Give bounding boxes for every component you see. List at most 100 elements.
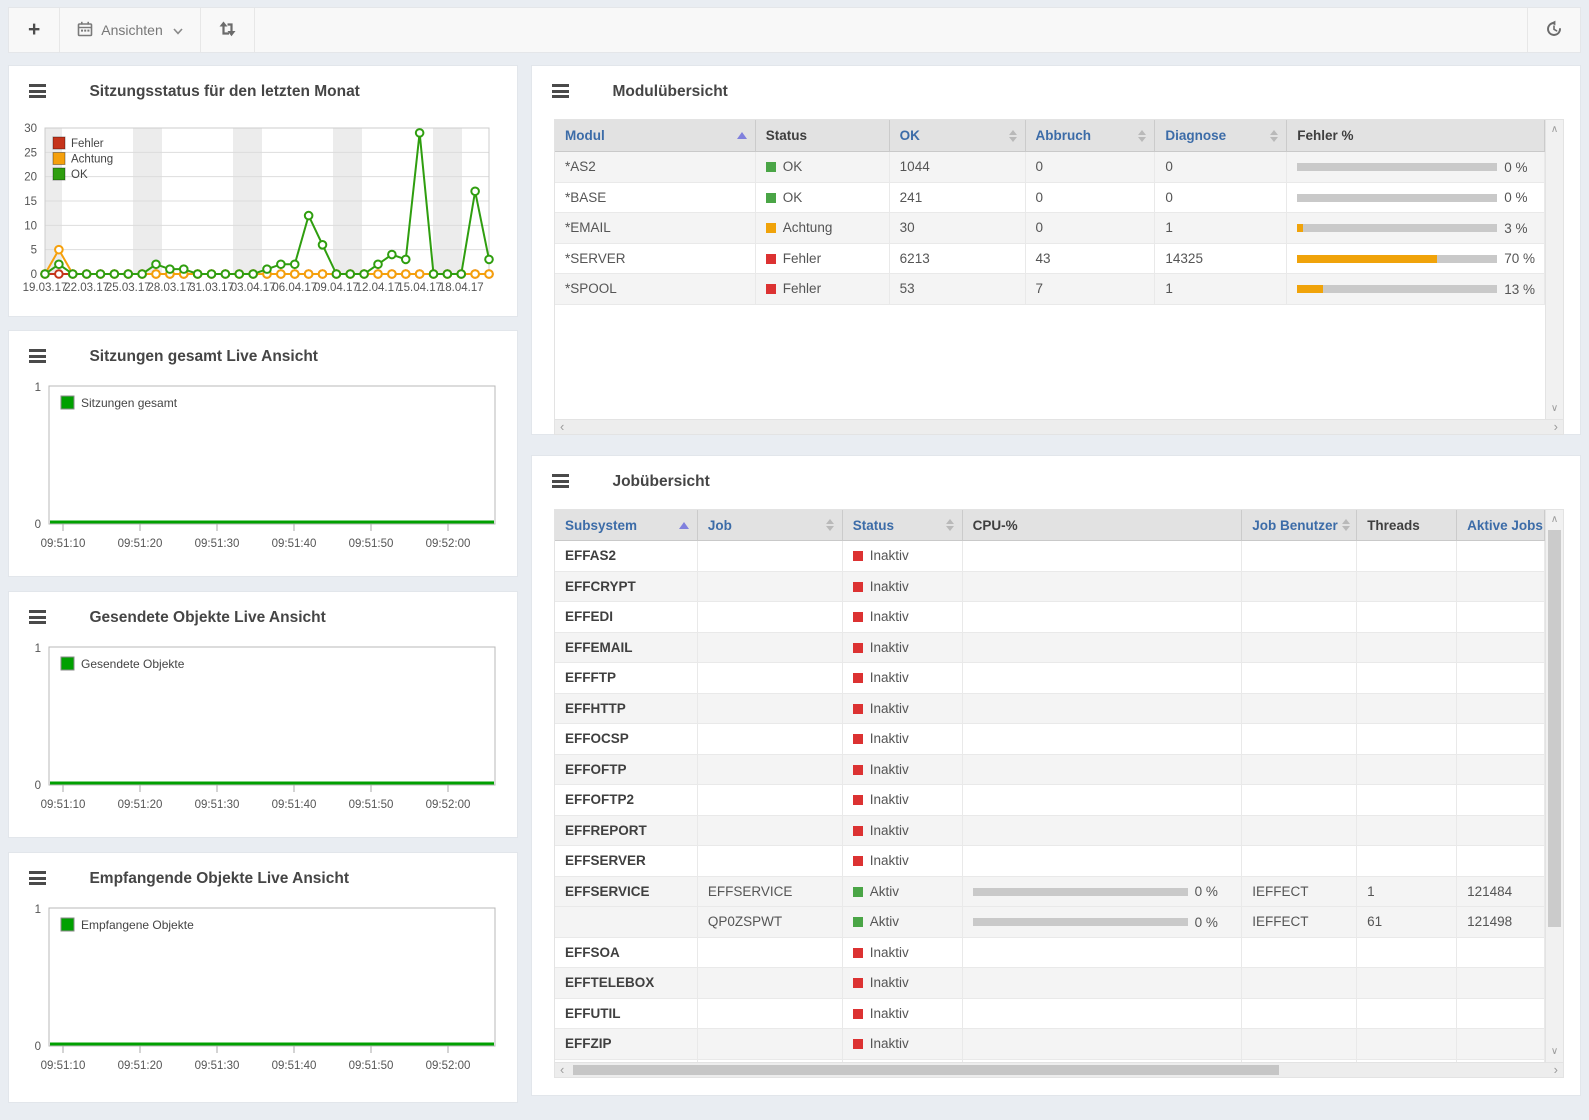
table-row[interactable]: *EMAILAchtung30013 % <box>555 213 1545 244</box>
scroll-up-icon[interactable]: ∧ <box>1546 122 1563 138</box>
job-table: SubsystemJobStatusCPU-%Job BenutzerThrea… <box>554 509 1564 1078</box>
column-header-aktive-jobs[interactable]: Aktive Jobs <box>1457 510 1545 540</box>
table-cell: EFFSERVER <box>555 846 698 877</box>
table-row[interactable]: *BASEOK241000 % <box>555 183 1545 214</box>
column-header-modul[interactable]: Modul <box>555 120 756 151</box>
table-row[interactable]: EFFSERVERInaktiv <box>555 846 1545 877</box>
progress-bar <box>1297 194 1497 202</box>
column-header-status[interactable]: Status <box>756 120 890 151</box>
column-header-ok[interactable]: OK <box>890 120 1026 151</box>
table-row[interactable]: EFFOFTPInaktiv <box>555 755 1545 786</box>
status-icon <box>766 254 776 264</box>
table-cell: EFFCRYPT <box>555 572 698 603</box>
table-cell <box>698 938 843 969</box>
table-cell: EFFSOA <box>555 938 698 969</box>
table-row[interactable]: *AS2OK1044000 % <box>555 152 1545 183</box>
menu-icon[interactable] <box>29 610 46 627</box>
scroll-left-icon[interactable]: ‹ <box>560 1063 564 1077</box>
column-header-fehler-[interactable]: Fehler % <box>1287 120 1545 151</box>
sort-icon <box>1138 130 1146 142</box>
table-row[interactable]: EFFTELEBOXInaktiv <box>555 968 1545 999</box>
table-cell: 0 <box>1155 183 1287 214</box>
svg-text:09:51:20: 09:51:20 <box>118 799 163 811</box>
table-row[interactable]: EFFAS2Inaktiv <box>555 541 1545 572</box>
table-cell <box>698 755 843 786</box>
table-cell <box>963 755 1243 786</box>
sort-icon <box>1270 130 1278 142</box>
table-row[interactable]: QP0ZSPWTAktiv0 %IEFFECT61121498 <box>555 907 1545 938</box>
column-header-status[interactable]: Status <box>843 510 963 540</box>
table-row[interactable]: EFFEDIInaktiv <box>555 602 1545 633</box>
column-header-abbruch[interactable]: Abbruch <box>1026 120 1156 151</box>
vertical-scrollbar[interactable]: ∧ ∨ <box>1545 510 1563 1062</box>
table-cell <box>1242 968 1357 999</box>
table-cell <box>698 572 843 603</box>
table-row[interactable]: EFFEMAILInaktiv <box>555 633 1545 664</box>
scroll-right-icon[interactable]: › <box>1554 420 1558 434</box>
table-cell <box>1242 938 1357 969</box>
progress-label: 13 % <box>1504 275 1535 305</box>
menu-icon[interactable] <box>29 84 46 101</box>
auto-refresh-button[interactable] <box>201 8 255 52</box>
table-cell: EFFEDI <box>555 602 698 633</box>
horizontal-scrollbar[interactable]: ‹ › <box>555 419 1563 434</box>
table-row[interactable]: EFFCRYPTInaktiv <box>555 572 1545 603</box>
horizontal-scrollbar[interactable]: ‹ › <box>555 1062 1563 1077</box>
table-row[interactable]: EFFOFTP2Inaktiv <box>555 785 1545 816</box>
scroll-down-icon[interactable]: ∨ <box>1546 1044 1563 1060</box>
table-cell <box>1242 785 1357 816</box>
vertical-scroll-thumb[interactable] <box>1548 530 1561 927</box>
scroll-right-icon[interactable]: › <box>1554 1063 1558 1077</box>
table-row[interactable]: EFFREPORTInaktiv <box>555 816 1545 847</box>
column-header-job-benutzer[interactable]: Job Benutzer <box>1242 510 1357 540</box>
status-icon <box>853 887 863 897</box>
table-row[interactable]: EFFZIPInaktiv <box>555 1029 1545 1060</box>
vertical-scrollbar[interactable]: ∧ ∨ <box>1545 120 1563 419</box>
table-cell <box>963 785 1243 816</box>
table-cell <box>1242 694 1357 725</box>
horizontal-scroll-thumb[interactable] <box>573 1065 1279 1075</box>
status-icon <box>766 162 776 172</box>
panel-header: Empfangende Objekte Live Ansicht <box>9 853 517 901</box>
column-header-job[interactable]: Job <box>698 510 843 540</box>
svg-text:Empfangene Objekte: Empfangene Objekte <box>81 918 194 932</box>
scroll-up-icon[interactable]: ∧ <box>1546 512 1563 528</box>
svg-text:0: 0 <box>31 269 37 281</box>
table-cell <box>1457 816 1545 847</box>
status-icon <box>853 917 863 927</box>
job-table-body: EFFAS2InaktivEFFCRYPTInaktivEFFEDIInakti… <box>555 541 1545 1062</box>
views-dropdown-button[interactable]: Ansichten <box>60 8 200 52</box>
scroll-left-icon[interactable]: ‹ <box>560 420 564 434</box>
table-row[interactable]: *SERVERFehler6213431432570 % <box>555 244 1545 275</box>
svg-text:09:51:30: 09:51:30 <box>195 1060 240 1072</box>
table-row[interactable]: EFFSERVICEEFFSERVICEAktiv0 %IEFFECT11214… <box>555 877 1545 908</box>
menu-icon[interactable] <box>29 349 46 366</box>
table-cell: EFFSERVICE <box>555 877 698 908</box>
table-row[interactable]: EFFOCSPInaktiv <box>555 724 1545 755</box>
table-row[interactable]: EFFUTILInaktiv <box>555 999 1545 1030</box>
status-cell: Inaktiv <box>843 755 963 786</box>
table-row[interactable]: EFFHTTPInaktiv <box>555 694 1545 725</box>
menu-icon[interactable] <box>552 474 569 491</box>
job-table-header: SubsystemJobStatusCPU-%Job BenutzerThrea… <box>555 510 1545 541</box>
table-row[interactable]: EFFFTPInaktiv <box>555 663 1545 694</box>
column-header-cpu-[interactable]: CPU-% <box>963 510 1243 540</box>
menu-icon[interactable] <box>552 84 569 101</box>
scroll-down-icon[interactable]: ∨ <box>1546 401 1563 417</box>
table-cell <box>1357 938 1457 969</box>
table-row[interactable]: *SPOOLFehler537113 % <box>555 274 1545 305</box>
svg-text:1: 1 <box>35 904 41 916</box>
column-header-diagnose[interactable]: Diagnose <box>1155 120 1287 151</box>
svg-text:1: 1 <box>35 382 41 394</box>
history-button[interactable] <box>1527 8 1580 52</box>
status-cell: Inaktiv <box>843 541 963 572</box>
table-cell <box>1357 755 1457 786</box>
add-panel-button[interactable]: + <box>9 8 60 52</box>
column-header-threads[interactable]: Threads <box>1357 510 1457 540</box>
table-row[interactable]: EFFSOAInaktiv <box>555 938 1545 969</box>
menu-icon[interactable] <box>29 871 46 888</box>
table-cell: EFFZIP <box>555 1029 698 1060</box>
column-header-subsystem[interactable]: Subsystem <box>555 510 698 540</box>
table-cell: 1 <box>1357 877 1457 908</box>
table-cell: 0 % <box>963 907 1243 938</box>
